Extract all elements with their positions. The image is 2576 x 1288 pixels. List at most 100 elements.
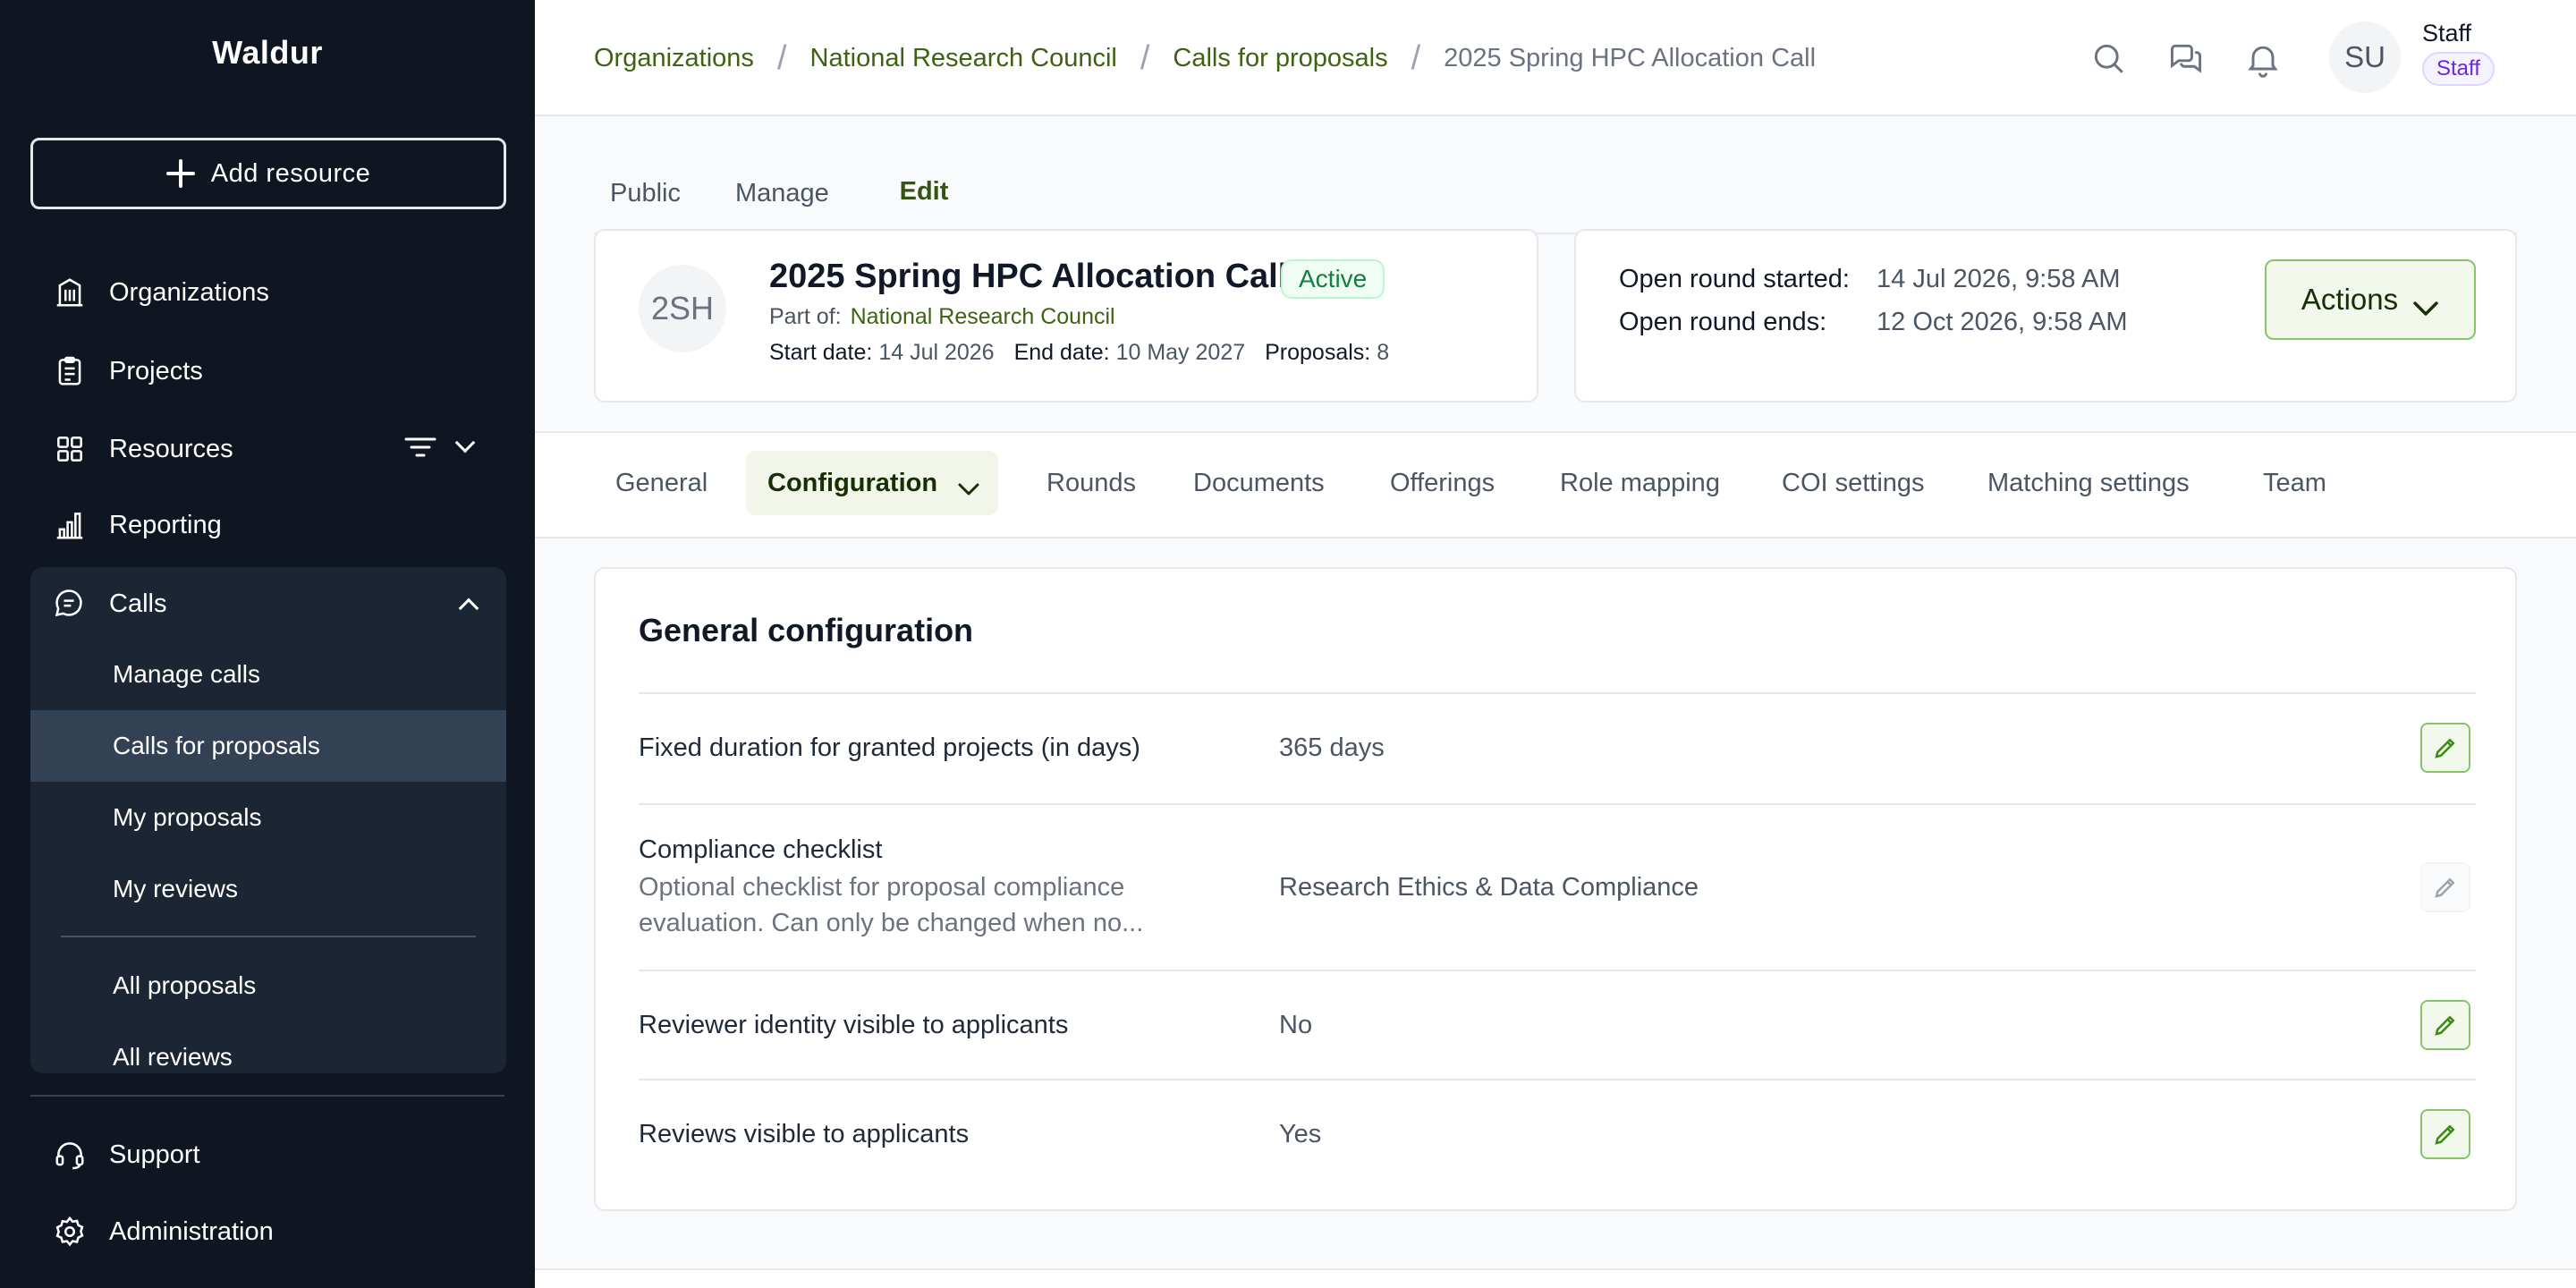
call-summary-card: 2SH 2025 Spring HPC Allocation Call Acti… — [594, 229, 1538, 402]
tab-offerings[interactable]: Offerings — [1368, 451, 1516, 515]
edit-button[interactable] — [2420, 1109, 2470, 1159]
general-configuration-card: General configuration Fixed duration for… — [594, 567, 2517, 1211]
tab-documents[interactable]: Documents — [1172, 451, 1346, 515]
config-row-label: Reviewer identity visible to applicants — [639, 1011, 1069, 1039]
tab-configuration-label: Configuration — [767, 468, 938, 497]
add-resource-button[interactable]: Add resource — [30, 138, 506, 209]
sidebar-subitem-my-reviews[interactable]: My reviews — [30, 853, 506, 925]
tab-rounds[interactable]: Rounds — [1025, 451, 1157, 515]
round-started-value: 14 Jul 2026, 9:58 AM — [1877, 265, 2121, 293]
tab-role-mapping[interactable]: Role mapping — [1538, 451, 1741, 515]
tab-public[interactable]: Public — [594, 152, 697, 234]
tab-matching-settings[interactable]: Matching settings — [1966, 451, 2211, 515]
search-icon[interactable] — [2089, 39, 2129, 79]
sidebar-item-support[interactable]: Support — [30, 1123, 506, 1186]
config-row-description: Optional checklist for proposal complian… — [639, 873, 1144, 937]
call-meta: Start date: 14 Jul 2026 End date: 10 May… — [769, 340, 1389, 366]
chat-icon[interactable] — [2166, 39, 2206, 79]
call-avatar: 2SH — [639, 265, 726, 352]
pencil-icon — [2435, 877, 2455, 898]
filter-icon[interactable] — [404, 434, 436, 461]
main-content: Public Manage Edit 2SH 2025 Spring HPC A… — [535, 116, 2576, 1288]
plus-icon — [165, 159, 195, 188]
sidebar-item-label: Organizations — [109, 277, 269, 307]
config-row-label: Reviews visible to applicants — [639, 1120, 970, 1148]
sidebar-item-calls[interactable]: Calls — [30, 567, 506, 640]
breadcrumb-calls-for-proposals[interactable]: Calls for proposals — [1173, 44, 1387, 73]
top-header: Organizations / National Research Counci… — [535, 0, 2576, 116]
round-started: Open round started: 14 Jul 2026, 9:58 AM — [1619, 265, 2120, 294]
grid-icon — [52, 431, 88, 467]
config-row: Reviews visible to applicants Yes — [639, 1079, 2476, 1190]
tab-coi-settings[interactable]: COI settings — [1760, 451, 1946, 515]
bell-icon[interactable] — [2243, 39, 2283, 79]
end-date: End date: 10 May 2027 — [1014, 340, 1246, 366]
sidebar-item-administration[interactable]: Administration — [30, 1200, 506, 1263]
breadcrumb-organization[interactable]: National Research Council — [810, 44, 1117, 73]
sidebar-subitem-my-proposals[interactable]: My proposals — [30, 782, 506, 853]
status-badge: Active — [1281, 259, 1385, 299]
building-icon — [52, 275, 88, 310]
sidebar-subitem-manage-calls[interactable]: Manage calls — [30, 639, 506, 710]
breadcrumb-separator: / — [1411, 39, 1421, 77]
clipboard-icon — [52, 353, 88, 389]
sidebar-item-projects[interactable]: Projects — [30, 340, 506, 402]
config-row-value: Yes — [1279, 1120, 1322, 1148]
config-row-label: Fixed duration for granted projects (in … — [639, 733, 1140, 762]
view-tabs: Public Manage Edit — [594, 152, 2517, 234]
edit-button[interactable] — [2420, 723, 2470, 773]
chevron-down-icon — [957, 475, 980, 496]
round-ends-value: 12 Oct 2026, 9:58 AM — [1877, 308, 2128, 336]
sidebar-item-resources[interactable]: Resources — [30, 418, 506, 480]
sidebar-subitem-all-reviews[interactable]: All reviews — [30, 1021, 506, 1073]
proposals-value: 8 — [1377, 340, 1390, 365]
start-date: Start date: 14 Jul 2026 — [769, 340, 995, 366]
message-icon — [52, 586, 88, 622]
tab-edit[interactable]: Edit — [869, 152, 979, 234]
part-of: Part of: National Research Council — [769, 304, 1115, 330]
breadcrumb-organizations[interactable]: Organizations — [594, 44, 754, 73]
end-date-label: End date: — [1013, 340, 1110, 365]
actions-label: Actions — [2301, 283, 2399, 316]
calls-group: Calls Manage calls Calls for proposals M… — [30, 567, 506, 1073]
tab-manage[interactable]: Manage — [719, 152, 845, 234]
sidebar-item-reporting[interactable]: Reporting — [30, 494, 506, 556]
pencil-icon — [2435, 738, 2455, 758]
tab-team[interactable]: Team — [2241, 451, 2348, 515]
sidebar-subitem-calls-for-proposals[interactable]: Calls for proposals — [30, 710, 506, 782]
config-row-value: 365 days — [1279, 733, 1385, 762]
bar-chart-icon — [52, 507, 88, 543]
sidebar-item-organizations[interactable]: Organizations — [30, 261, 506, 324]
avatar[interactable]: SU — [2329, 21, 2401, 93]
tab-general[interactable]: General — [594, 451, 729, 515]
round-ends-label: Open round ends: — [1619, 308, 1827, 336]
chevron-down-icon[interactable] — [454, 432, 476, 453]
headset-icon — [52, 1137, 88, 1173]
role-badge: Staff — [2422, 52, 2495, 86]
chevron-up-icon[interactable] — [458, 597, 479, 619]
round-started-label: Open round started: — [1619, 265, 1850, 293]
tab-configuration[interactable]: Configuration — [746, 451, 998, 515]
edit-button[interactable] — [2420, 862, 2470, 912]
user-name: Staff — [2422, 20, 2472, 47]
sidebar-item-label: Calls — [109, 589, 167, 618]
round-card: Open round started: 14 Jul 2026, 9:58 AM… — [1574, 229, 2517, 402]
section-title: General configuration — [639, 612, 974, 648]
actions-button[interactable]: Actions — [2265, 259, 2476, 340]
start-date-label: Start date: — [769, 340, 873, 365]
config-row: Reviewer identity visible to applicants … — [639, 970, 2476, 1079]
start-date-value: 14 Jul 2026 — [878, 340, 995, 365]
brand-logo[interactable]: Waldur — [0, 34, 535, 72]
add-resource-label: Add resource — [210, 158, 371, 188]
edit-button[interactable] — [2420, 1000, 2470, 1050]
part-of-link[interactable]: National Research Council — [851, 304, 1115, 329]
sidebar-subitem-all-proposals[interactable]: All proposals — [30, 950, 506, 1021]
config-row-value: No — [1279, 1011, 1313, 1039]
section-tabs: General Configuration Rounds Documents O… — [535, 431, 2576, 538]
config-row-value: Research Ethics & Data Compliance — [1279, 873, 1699, 902]
config-row: Fixed duration for granted projects (in … — [639, 692, 2476, 803]
sidebar: Waldur Add resource Organizations Projec… — [0, 0, 535, 1288]
divider — [30, 1095, 504, 1097]
end-date-value: 10 May 2027 — [1115, 340, 1246, 365]
pencil-icon — [2435, 1015, 2455, 1036]
